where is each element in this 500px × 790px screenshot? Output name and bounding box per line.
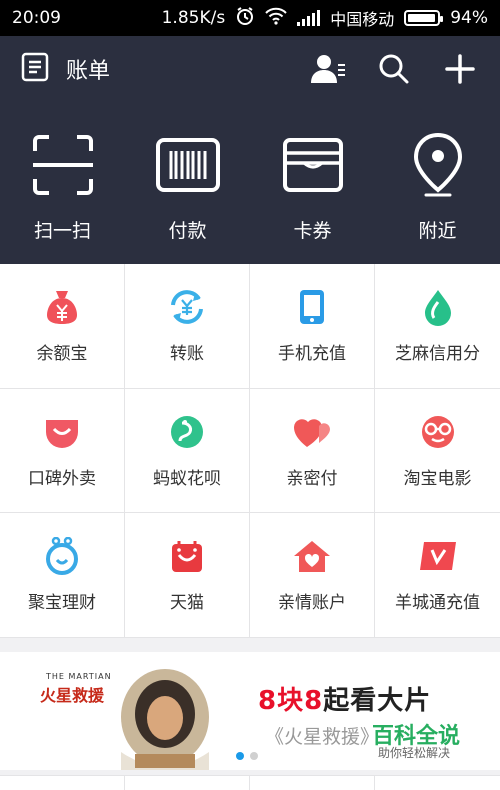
signal-icon xyxy=(297,10,321,26)
movie-logo: 火星救援 xyxy=(40,686,105,705)
watermark-subtitle: 助你轻松解决 xyxy=(377,746,450,760)
quick-nearby[interactable]: 附近 xyxy=(383,130,493,243)
service-grid: 余额宝 转账 手机充值 芝麻信用分 口碑外卖 蚂蚁花呗 亲密付 淘宝电影 聚宝理… xyxy=(0,264,500,638)
wifi-icon xyxy=(265,7,287,30)
money-bag-icon xyxy=(42,287,82,327)
bill-icon[interactable] xyxy=(20,52,50,86)
glasses-face-icon xyxy=(418,412,458,452)
quick-coupons[interactable]: 卡券 xyxy=(258,130,368,243)
grid-cell-partial xyxy=(375,775,500,790)
smile-icon xyxy=(42,412,82,452)
grid-item-taobao-movie[interactable]: 淘宝电影 xyxy=(375,389,500,514)
alarm-icon xyxy=(235,6,255,31)
grid-item-transfer[interactable]: 转账 xyxy=(125,264,250,389)
wallet-icon xyxy=(278,130,348,200)
operator-name: 中国移动 xyxy=(330,10,395,29)
quick-pay-label: 付款 xyxy=(168,220,207,242)
tmall-bag-icon xyxy=(167,536,207,576)
quick-actions: 扫一扫 付款 卡券 附近 xyxy=(0,102,500,243)
astronaut-image xyxy=(121,669,209,770)
transfer-icon xyxy=(167,287,207,327)
grid-label: 余额宝 xyxy=(36,344,88,365)
grid-label: 转账 xyxy=(170,344,204,365)
quick-nearby-label: 附近 xyxy=(418,220,457,242)
grid-label: 手机充值 xyxy=(278,344,346,365)
grid-cell-partial xyxy=(0,775,125,790)
sesame-drop-icon xyxy=(418,287,458,327)
grid-label: 淘宝电影 xyxy=(403,468,472,489)
header: 账单 扫一扫 付款 卡券 附近 xyxy=(0,36,500,264)
grid-item-jubao[interactable]: 聚宝理财 xyxy=(0,513,125,638)
banner-headline: 8块8起看大片 xyxy=(258,680,431,717)
battery-icon xyxy=(404,10,444,26)
barcode-icon xyxy=(153,130,223,200)
grid-item-yangchengtong[interactable]: 羊城通充值 xyxy=(375,513,500,638)
phone-icon xyxy=(292,287,332,327)
grid-item-intimate-pay[interactable]: 亲密付 xyxy=(250,388,375,514)
jubao-icon xyxy=(42,536,82,576)
grid-item-koubei-takeout[interactable]: 口碑外卖 xyxy=(0,388,125,514)
status-bar: 20:09 1.85K/s 中国移动 94% xyxy=(0,0,500,36)
grid-cell-partial xyxy=(250,775,375,790)
carousel-dot-active[interactable] xyxy=(236,752,244,760)
banner-headline-text: 起看大片 xyxy=(323,686,432,716)
movie-logo-en: THE MARTIAN xyxy=(46,672,112,681)
grid-label: 羊城通充值 xyxy=(395,593,480,614)
grid-item-huabei[interactable]: 蚂蚁花呗 xyxy=(125,388,250,514)
network-speed: 1.85K/s xyxy=(161,8,226,28)
carousel-dots[interactable] xyxy=(236,752,258,760)
contacts-icon[interactable] xyxy=(308,49,348,89)
grid-item-tmall[interactable]: 天猫 xyxy=(125,513,250,638)
grid-item-sesame-credit[interactable]: 芝麻信用分 xyxy=(375,264,500,389)
grid-label: 聚宝理财 xyxy=(28,593,96,614)
grid-cell-partial xyxy=(125,775,250,790)
quick-scan[interactable]: 扫一扫 xyxy=(8,130,118,243)
grid-label: 口碑外卖 xyxy=(28,468,96,489)
grid-label: 蚂蚁花呗 xyxy=(153,468,221,489)
quick-coupons-label: 卡券 xyxy=(293,220,332,242)
grid-item-family-account[interactable]: 亲情账户 xyxy=(250,513,375,638)
search-icon[interactable] xyxy=(374,49,414,89)
grid-label: 天猫 xyxy=(170,593,204,614)
add-icon[interactable] xyxy=(440,49,480,89)
quick-scan-label: 扫一扫 xyxy=(33,220,91,242)
hearts-icon xyxy=(292,412,332,452)
grid-label: 亲情账户 xyxy=(278,593,346,614)
v-card-icon xyxy=(418,536,458,576)
home-heart-icon xyxy=(292,536,332,576)
bill-title[interactable]: 账单 xyxy=(66,53,110,85)
promo-banner[interactable]: THE MARTIAN 火星救援 8块8起看大片 《火星救援》 百科全说 助你轻… xyxy=(0,652,500,770)
banner-subtitle: 《火星救援》 xyxy=(265,726,380,748)
quick-pay[interactable]: 付款 xyxy=(133,130,243,243)
grid-label: 亲密付 xyxy=(286,468,338,489)
carousel-dot[interactable] xyxy=(250,752,258,760)
battery-percent: 94% xyxy=(450,8,488,28)
huabei-icon xyxy=(167,412,207,452)
grid-label: 芝麻信用分 xyxy=(395,344,480,365)
title-bar: 账单 xyxy=(0,36,500,102)
grid-item-phone-recharge[interactable]: 手机充值 xyxy=(250,264,375,389)
grid-item-yuebao[interactable]: 余额宝 xyxy=(0,264,125,389)
status-time: 20:09 xyxy=(12,8,61,28)
scan-icon xyxy=(28,130,98,200)
grid-continuation xyxy=(0,775,500,790)
location-pin-icon xyxy=(403,130,473,200)
banner-headline-price: 8块8 xyxy=(258,686,324,716)
